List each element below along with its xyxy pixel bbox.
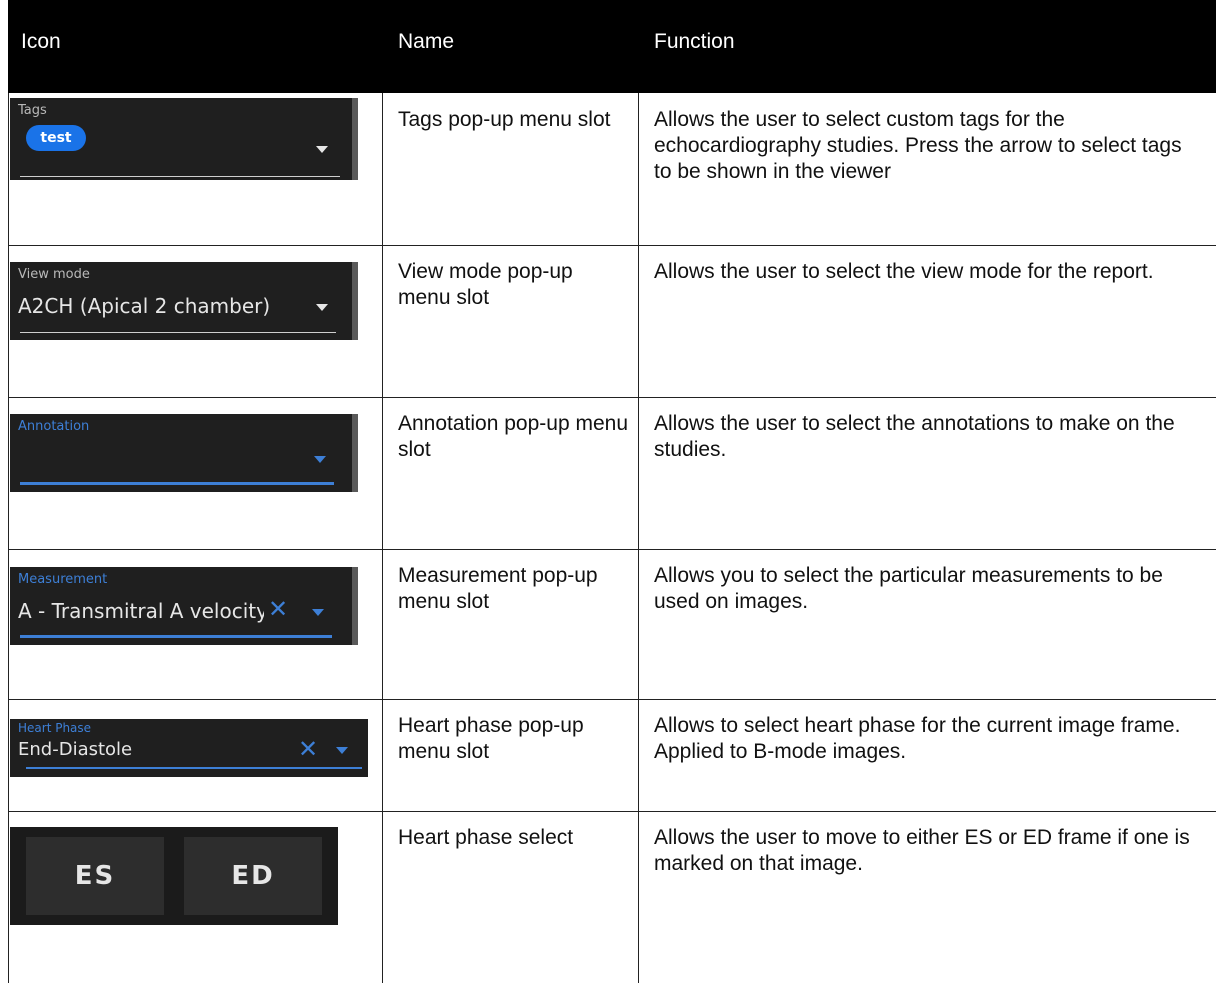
field-underline <box>20 482 334 485</box>
row-name: View mode pop-up menu slot <box>398 260 573 309</box>
field-underline <box>26 767 362 769</box>
close-icon[interactable]: ✕ <box>298 737 318 761</box>
row-function: Allows the user to select custom tags fo… <box>654 108 1182 183</box>
view-mode-dropdown[interactable]: View mode A2CH (Apical 2 chamber) <box>10 262 358 340</box>
annotation-dropdown[interactable]: Annotation <box>10 414 358 492</box>
table-header: Icon Name Function <box>8 0 1216 93</box>
heart-phase-dropdown[interactable]: Heart Phase End-Diastole ✕ <box>10 719 368 777</box>
row-name: Heart phase select <box>398 826 574 849</box>
view-mode-value: A2CH (Apical 2 chamber) <box>18 294 271 318</box>
header-name: Name <box>398 30 455 53</box>
table-row: Tags test Tags pop-up menu slot Allows t… <box>8 93 1216 246</box>
heart-phase-select: ES ED <box>10 827 338 925</box>
table-row: Annotation Annotation pop-up menu slot A… <box>8 397 1216 550</box>
measurement-value: A - Transmitral A velocity <box>18 599 264 623</box>
table-row: View mode A2CH (Apical 2 chamber) View m… <box>8 245 1216 398</box>
row-function: Allows the user to select the annotation… <box>654 412 1175 461</box>
chevron-down-icon[interactable] <box>314 456 326 463</box>
field-underline <box>20 635 332 638</box>
tag-chip[interactable]: test <box>26 125 86 151</box>
tags-dropdown[interactable]: Tags test <box>10 98 358 180</box>
table-row: Measurement A - Transmitral A velocity ✕… <box>8 549 1216 700</box>
chevron-down-icon[interactable] <box>316 304 328 311</box>
icon-reference-table: Icon Name Function Tags test Tags pop-up… <box>8 0 1216 983</box>
row-function: Allows you to select the particular meas… <box>654 564 1163 613</box>
row-function: Allows the user to select the view mode … <box>654 260 1154 283</box>
table-row: ES ED Heart phase select Allows the user… <box>8 811 1216 983</box>
header-icon: Icon <box>21 30 61 53</box>
row-name: Tags pop-up menu slot <box>398 108 611 131</box>
row-function: Allows to select heart phase for the cur… <box>654 714 1181 763</box>
heart-phase-value: End-Diastole <box>18 739 133 760</box>
ed-button[interactable]: ED <box>184 837 322 915</box>
row-name: Heart phase pop-up menu slot <box>398 714 584 763</box>
field-underline <box>20 332 336 333</box>
chevron-down-icon[interactable] <box>312 609 324 616</box>
annotation-label: Annotation <box>18 419 90 434</box>
es-button[interactable]: ES <box>26 837 164 915</box>
table-row: Heart Phase End-Diastole ✕ Heart phase p… <box>8 699 1216 812</box>
row-name: Annotation pop-up menu slot <box>398 412 629 461</box>
view-mode-label: View mode <box>18 267 90 282</box>
heart-phase-label: Heart Phase <box>18 721 92 735</box>
chevron-down-icon[interactable] <box>316 146 328 153</box>
tags-label: Tags <box>18 103 47 118</box>
close-icon[interactable]: ✕ <box>268 597 288 621</box>
row-name: Measurement pop-up menu slot <box>398 564 598 613</box>
chevron-down-icon[interactable] <box>336 747 348 754</box>
field-underline <box>20 176 340 177</box>
measurement-label: Measurement <box>18 572 108 587</box>
measurement-dropdown[interactable]: Measurement A - Transmitral A velocity ✕ <box>10 567 358 645</box>
header-function: Function <box>654 30 735 53</box>
row-function: Allows the user to move to either ES or … <box>654 826 1190 875</box>
